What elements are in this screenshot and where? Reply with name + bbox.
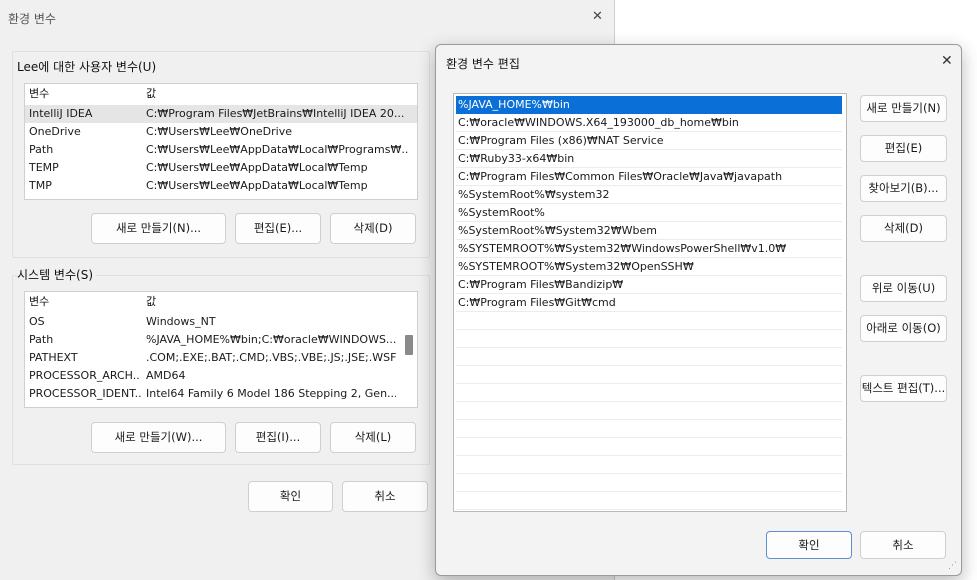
table-row[interactable]: TEMP C:₩Users₩Lee₩AppData₩Local₩Temp xyxy=(25,159,417,177)
variable-name: TEMP xyxy=(29,161,59,174)
variable-value: C:₩Users₩Lee₩OneDrive xyxy=(146,125,293,138)
delete-entry-button[interactable]: 삭제(D) xyxy=(860,215,947,242)
table-row[interactable]: PROCESSOR_IDENT... Intel64 Family 6 Mode… xyxy=(25,385,417,403)
new-entry-button[interactable]: 새로 만들기(N) xyxy=(860,95,947,122)
empty-row[interactable] xyxy=(456,366,842,384)
user-variables-label: Lee에 대한 사용자 변수(U) xyxy=(17,60,157,74)
variable-name: PROCESSOR_ARCH... xyxy=(29,369,141,382)
variable-value: Windows_NT xyxy=(146,315,216,328)
list-item[interactable]: C:₩oracle₩WINDOWS.X64_193000_db_home₩bin xyxy=(456,114,842,132)
list-item[interactable]: %JAVA_HOME%₩bin xyxy=(456,96,842,114)
user-new-button[interactable]: 새로 만들기(N)... xyxy=(91,213,226,244)
empty-row[interactable] xyxy=(456,456,842,474)
empty-row[interactable] xyxy=(456,348,842,366)
table-row[interactable]: OS Windows_NT xyxy=(25,313,417,331)
table-row[interactable]: OneDrive C:₩Users₩Lee₩OneDrive xyxy=(25,123,417,141)
move-up-button[interactable]: 위로 이동(U) xyxy=(860,275,947,302)
system-new-button[interactable]: 새로 만들기(W)... xyxy=(91,422,226,453)
close-icon[interactable]: ✕ xyxy=(941,53,953,69)
browse-button[interactable]: 찾아보기(B)... xyxy=(860,175,947,202)
list-header: 변수 값 xyxy=(25,293,417,311)
empty-row[interactable] xyxy=(456,330,842,348)
table-row[interactable]: PATHEXT .COM;.EXE;.BAT;.CMD;.VBS;.VBE;.J… xyxy=(25,349,417,367)
user-edit-button[interactable]: 편집(E)... xyxy=(235,213,321,244)
cancel-button[interactable]: 취소 xyxy=(860,531,946,559)
ok-button[interactable]: 확인 xyxy=(766,531,852,559)
cancel-button[interactable]: 취소 xyxy=(342,481,428,512)
variable-value: AMD64 xyxy=(146,369,186,382)
variable-name: IntelliJ IDEA xyxy=(29,107,93,120)
close-icon[interactable]: ✕ xyxy=(592,9,603,24)
move-down-button[interactable]: 아래로 이동(O) xyxy=(860,315,947,342)
list-item[interactable]: %SYSTEMROOT%₩System32₩OpenSSH₩ xyxy=(456,258,842,276)
variable-value: Intel64 Family 6 Model 186 Stepping 2, G… xyxy=(146,387,396,400)
system-variables-list[interactable]: 변수 값 OS Windows_NT Path %JAVA_HOME%₩bin;… xyxy=(24,291,418,408)
list-item[interactable]: %SystemRoot%₩System32₩Wbem xyxy=(456,222,842,240)
dialog-title: 환경 변수 편집 xyxy=(446,57,520,71)
column-header-value[interactable]: 값 xyxy=(146,85,406,103)
resize-grip-icon[interactable]: ⋰ xyxy=(948,561,957,571)
window-title: 환경 변수 xyxy=(8,12,56,26)
variable-value: .COM;.EXE;.BAT;.CMD;.VBS;.VBE;.JS;.JSE;.… xyxy=(146,351,396,364)
variable-name: PROCESSOR_IDENT... xyxy=(29,387,141,400)
variable-name: Path xyxy=(29,143,54,156)
list-item[interactable]: C:₩Ruby33-x64₩bin xyxy=(456,150,842,168)
user-variables-list[interactable]: 변수 값 IntelliJ IDEA C:₩Program Files₩JetB… xyxy=(24,83,418,200)
empty-row[interactable] xyxy=(456,384,842,402)
list-item[interactable]: %SystemRoot% xyxy=(456,204,842,222)
variable-value: C:₩Users₩Lee₩AppData₩Local₩Temp xyxy=(146,161,368,174)
list-item[interactable]: C:₩Program Files (x86)₩NAT Service xyxy=(456,132,842,150)
list-header: 변수 값 xyxy=(25,85,417,103)
empty-row[interactable] xyxy=(456,312,842,330)
list-item[interactable]: C:₩Program Files₩Git₩cmd xyxy=(456,294,842,312)
variable-name: OS xyxy=(29,315,45,328)
variable-name: PATHEXT xyxy=(29,351,78,364)
empty-row[interactable] xyxy=(456,438,842,456)
edit-entry-button[interactable]: 편집(E) xyxy=(860,135,947,162)
table-row[interactable]: PROCESSOR_ARCH... AMD64 xyxy=(25,367,417,385)
empty-row[interactable] xyxy=(456,420,842,438)
ok-button[interactable]: 확인 xyxy=(248,481,333,512)
variable-name: Path xyxy=(29,333,54,346)
variable-name: OneDrive xyxy=(29,125,81,138)
system-variables-label: 시스템 변수(S) xyxy=(17,266,96,283)
list-item[interactable]: %SYSTEMROOT%₩System32₩WindowsPowerShell₩… xyxy=(456,240,842,258)
table-row[interactable]: IntelliJ IDEA C:₩Program Files₩JetBrains… xyxy=(25,105,417,123)
user-delete-button[interactable]: 삭제(D) xyxy=(330,213,416,244)
list-item[interactable]: C:₩Program Files₩Common Files₩Oracle₩Jav… xyxy=(456,168,842,186)
system-edit-button[interactable]: 편집(I)... xyxy=(235,422,321,453)
system-delete-button[interactable]: 삭제(L) xyxy=(330,422,416,453)
empty-row[interactable] xyxy=(456,402,842,420)
variable-name: TMP xyxy=(29,179,52,192)
edit-env-variable-dialog: 환경 변수 편집 ✕ %JAVA_HOME%₩bin C:₩oracle₩WIN… xyxy=(435,44,962,576)
path-entries-list[interactable]: %JAVA_HOME%₩bin C:₩oracle₩WINDOWS.X64_19… xyxy=(453,93,847,512)
column-header-value[interactable]: 값 xyxy=(146,293,396,311)
empty-row[interactable] xyxy=(456,474,842,492)
column-header-variable[interactable]: 변수 xyxy=(29,85,139,103)
column-header-variable[interactable]: 변수 xyxy=(29,293,139,311)
empty-row[interactable] xyxy=(456,492,842,510)
variable-value: C:₩Users₩Lee₩AppData₩Local₩Programs₩... xyxy=(146,143,408,156)
scrollbar-thumb[interactable] xyxy=(405,335,413,355)
variable-value: C:₩Program Files₩JetBrains₩IntelliJ IDEA… xyxy=(146,107,405,120)
variable-value: C:₩Users₩Lee₩AppData₩Local₩Temp xyxy=(146,179,368,192)
list-item[interactable]: C:₩Program Files₩Bandizip₩ xyxy=(456,276,842,294)
table-row[interactable]: Path %JAVA_HOME%₩bin;C:₩oracle₩WINDOWS..… xyxy=(25,331,417,349)
variable-value: %JAVA_HOME%₩bin;C:₩oracle₩WINDOWS.... xyxy=(146,333,396,346)
table-row[interactable]: Path C:₩Users₩Lee₩AppData₩Local₩Programs… xyxy=(25,141,417,159)
text-edit-button[interactable]: 텍스트 편집(T)... xyxy=(860,375,947,402)
list-item[interactable]: %SystemRoot%₩system32 xyxy=(456,186,842,204)
table-row[interactable]: TMP C:₩Users₩Lee₩AppData₩Local₩Temp xyxy=(25,177,417,195)
